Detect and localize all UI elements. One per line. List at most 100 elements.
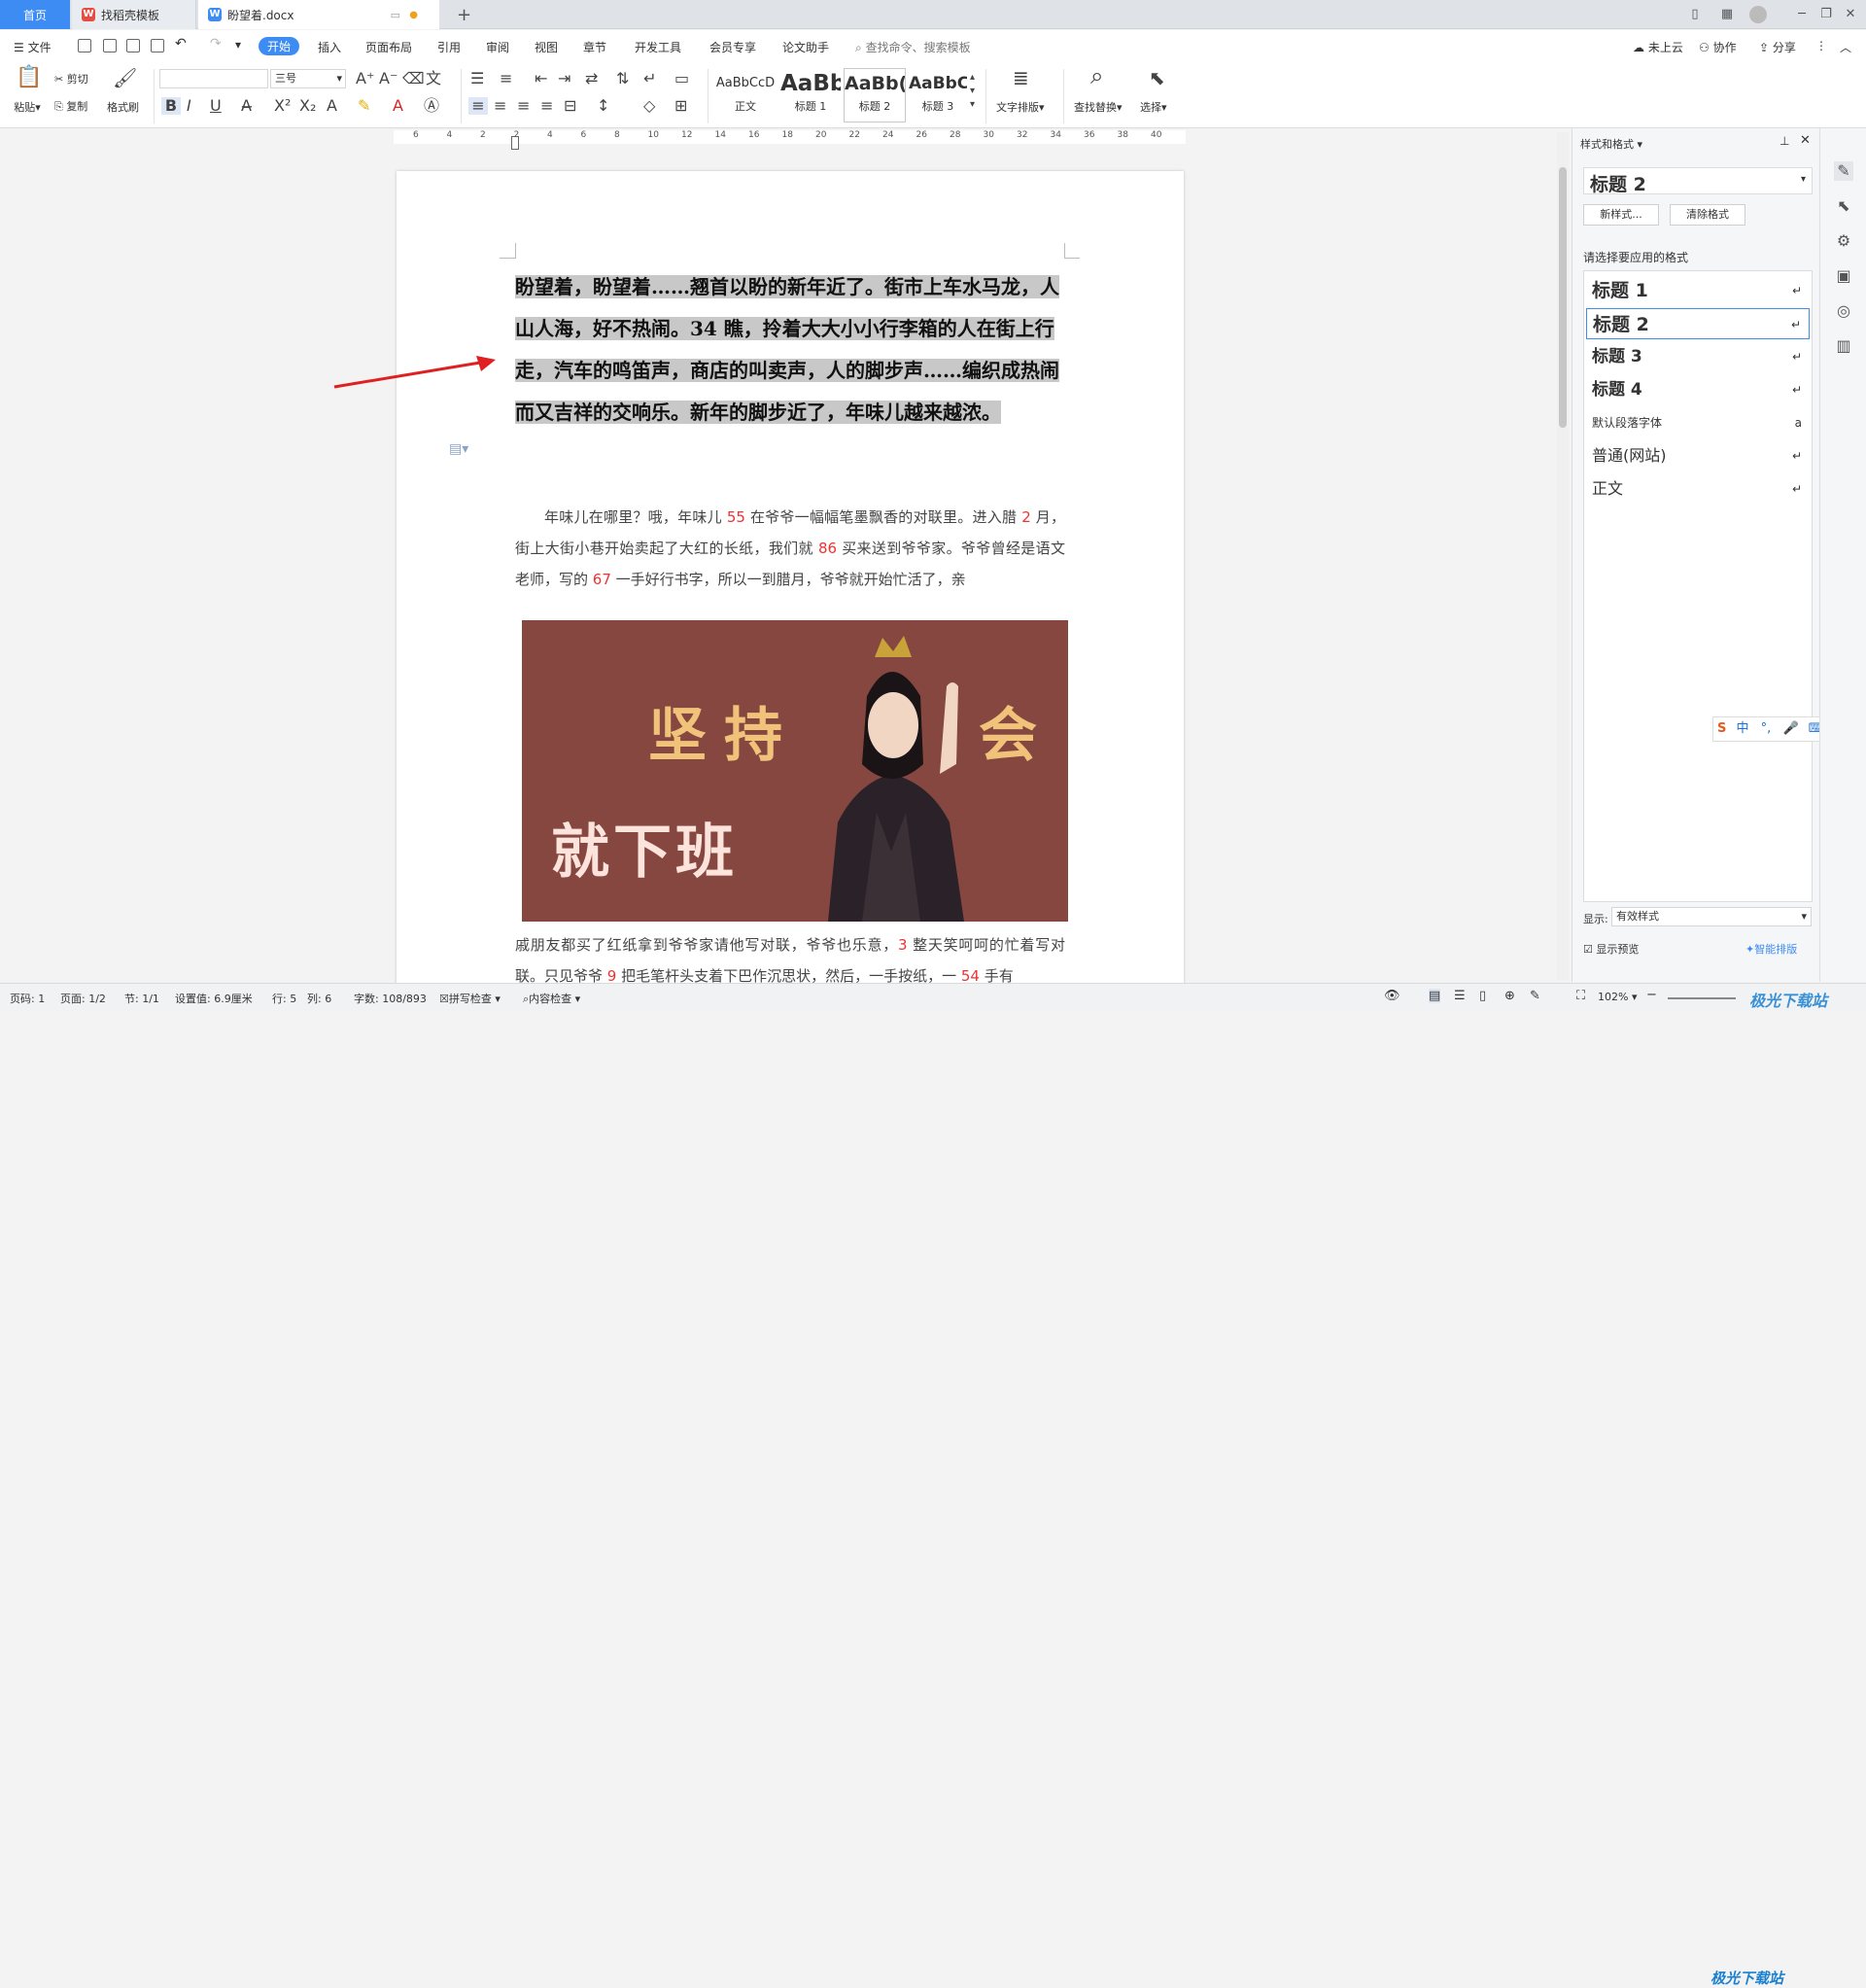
status-word-count[interactable]: 字数: 108/893: [354, 991, 427, 1006]
pin-icon[interactable]: ⊥: [1780, 134, 1789, 148]
punct-icon[interactable]: °,: [1761, 721, 1772, 736]
cursor-icon[interactable]: ⬉: [1149, 68, 1165, 87]
zoom-select[interactable]: 102% ▾: [1598, 991, 1637, 1003]
align-center-icon[interactable]: ≡: [494, 97, 506, 115]
status-col[interactable]: 列: 6: [307, 991, 331, 1006]
style-list-item[interactable]: 正文 ↵: [1586, 473, 1810, 505]
subscript-icon[interactable]: X₂: [299, 97, 316, 115]
chinese-layout-icon[interactable]: ⇄: [585, 70, 598, 87]
avatar[interactable]: [1749, 6, 1767, 23]
style-list-item[interactable]: 标题 4 ↵: [1586, 374, 1810, 405]
tab-template[interactable]: W 找稻壳模板: [72, 0, 196, 29]
preview-icon[interactable]: [151, 39, 164, 52]
magnifier-icon[interactable]: ⌕: [1090, 64, 1103, 87]
cloud-status[interactable]: ☁ 未上云: [1633, 39, 1683, 55]
borders-icon[interactable]: ⊞: [674, 97, 687, 115]
align-left-icon[interactable]: ≡: [468, 97, 488, 115]
undo-icon[interactable]: ↶: [175, 36, 187, 52]
shading-icon[interactable]: ◇: [643, 97, 655, 115]
book-icon[interactable]: ▥: [1834, 336, 1853, 356]
show-select[interactable]: 有效样式 ▾: [1611, 907, 1812, 926]
brush-icon[interactable]: 🖌: [113, 68, 137, 87]
selected-heading-paragraph[interactable]: 盼望着，盼望着……翘首以盼的新年近了。街市上车水马龙，人山人海，好不热闹。34 …: [515, 266, 1065, 434]
copy-button[interactable]: ⎘ 复制: [54, 98, 87, 114]
ime-mode[interactable]: 中: [1737, 721, 1749, 736]
body-paragraph-1[interactable]: 年味儿在哪里？哦，年味儿 55 在爷爷一幅幅笔墨飘香的对联里。进入腊 2 月，街…: [515, 502, 1065, 595]
minimize-icon[interactable]: ─: [1793, 6, 1811, 23]
clear-format-button[interactable]: 清除格式: [1670, 204, 1745, 226]
numbered-list-icon[interactable]: ≡: [500, 70, 512, 87]
underline-icon[interactable]: U: [210, 97, 222, 115]
style-heading-1[interactable]: AaBb 标题 1: [779, 68, 842, 122]
menu-review[interactable]: 审阅: [486, 39, 509, 55]
style-normal[interactable]: AaBbCcD 正文: [713, 68, 778, 122]
menu-member[interactable]: 会员专享: [709, 39, 756, 55]
indent-marker-icon[interactable]: [511, 136, 519, 150]
inline-image[interactable]: 坚持 会 就下班: [522, 620, 1068, 922]
sliders-icon[interactable]: ⚙: [1834, 231, 1853, 251]
justify-icon[interactable]: ≡: [540, 97, 553, 115]
export-icon[interactable]: [103, 39, 117, 52]
highlight-icon[interactable]: ✎: [358, 97, 370, 115]
italic-icon[interactable]: I: [187, 97, 191, 115]
document-page[interactable]: 盼望着，盼望着……翘首以盼的新年近了。街市上车水马龙，人山人海，好不热闹。34 …: [397, 171, 1184, 988]
format-painter-button[interactable]: 格式刷: [107, 99, 139, 115]
style-list-item[interactable]: 默认段落字体 a: [1586, 407, 1810, 438]
style-list-item[interactable]: 标题 1 ↵: [1586, 275, 1810, 306]
text-layout-button[interactable]: 文字排版▾: [996, 99, 1045, 115]
menu-file[interactable]: ☰ 文件: [14, 39, 52, 55]
layout-icon[interactable]: ▯: [1686, 6, 1704, 23]
status-pages[interactable]: 页面: 1/2: [60, 991, 106, 1006]
status-setting[interactable]: 设置值: 6.9厘米: [175, 991, 253, 1006]
save-icon[interactable]: [78, 39, 91, 52]
command-search[interactable]: ⌕ 查找命令、搜索模板: [855, 39, 971, 55]
current-style-select[interactable]: 标题 2 ▾: [1583, 167, 1813, 195]
sort-icon[interactable]: ⇅: [616, 70, 629, 87]
preview-checkbox[interactable]: ☑ 显示预览: [1583, 941, 1639, 957]
paste-icon[interactable]: 📋: [16, 67, 42, 88]
menu-thesis[interactable]: 论文助手: [782, 39, 829, 55]
menu-insert[interactable]: 插入: [318, 39, 341, 55]
spell-check-button[interactable]: ☒拼写检查 ▾: [439, 991, 501, 1006]
text-effect-icon[interactable]: A: [327, 97, 337, 115]
restore-icon[interactable]: ❐: [1817, 6, 1835, 23]
page-view-icon[interactable]: ▤: [1429, 989, 1441, 1003]
vertical-scrollbar[interactable]: [1557, 132, 1569, 980]
bullet-list-icon[interactable]: ☰: [470, 70, 484, 87]
location-icon[interactable]: ◎: [1834, 301, 1853, 321]
char-border-icon[interactable]: Ⓐ: [424, 97, 439, 115]
fit-icon[interactable]: ⛶: [1576, 989, 1585, 1003]
image-tools-icon[interactable]: ▣: [1834, 266, 1853, 286]
superscript-icon[interactable]: X²: [274, 97, 291, 115]
outline-view-icon[interactable]: ☰: [1454, 989, 1466, 1003]
status-page-number[interactable]: 页码: 1: [10, 991, 45, 1006]
font-size-select[interactable]: 三号 ▾: [270, 69, 346, 88]
print-icon[interactable]: [126, 39, 140, 52]
grow-font-icon[interactable]: A⁺: [356, 70, 374, 87]
status-section[interactable]: 节: 1/1: [124, 991, 159, 1006]
shrink-font-icon[interactable]: A⁻: [379, 70, 397, 87]
reading-view-icon[interactable]: ▯: [1479, 989, 1486, 1003]
panel-close-icon[interactable]: ✕: [1800, 133, 1811, 148]
style-list-item[interactable]: 普通(网站) ↵: [1586, 440, 1810, 471]
cut-button[interactable]: ✂ 剪切: [54, 71, 88, 87]
show-marks-icon[interactable]: ↵: [643, 70, 656, 87]
monitor-icon[interactable]: ▭: [391, 9, 400, 21]
collapse-ribbon-icon[interactable]: ︿: [1840, 39, 1851, 55]
style-list-item[interactable]: 标题 2 ↵: [1586, 308, 1810, 339]
menu-page-layout[interactable]: 页面布局: [365, 39, 412, 55]
edit-view-icon[interactable]: ✎: [1530, 989, 1540, 1003]
indent-icon[interactable]: ⇥: [558, 70, 570, 87]
text-layout-icon[interactable]: ≣: [1013, 68, 1029, 87]
grid-icon[interactable]: ▦: [1718, 6, 1736, 23]
align-right-icon[interactable]: ≡: [517, 97, 530, 115]
menu-start[interactable]: 开始: [259, 37, 300, 55]
eye-icon[interactable]: 👁: [1384, 989, 1400, 1003]
tab-document[interactable]: W 盼望着.docx ▭ ●: [198, 0, 439, 29]
find-replace-button[interactable]: 查找替换▾: [1074, 99, 1123, 115]
menu-view[interactable]: 视图: [535, 39, 558, 55]
menu-chapter[interactable]: 章节: [583, 39, 606, 55]
select-button[interactable]: 选择▾: [1140, 99, 1167, 115]
strikethrough-icon[interactable]: A̶: [241, 97, 252, 115]
redo-icon[interactable]: ↷: [210, 36, 222, 52]
